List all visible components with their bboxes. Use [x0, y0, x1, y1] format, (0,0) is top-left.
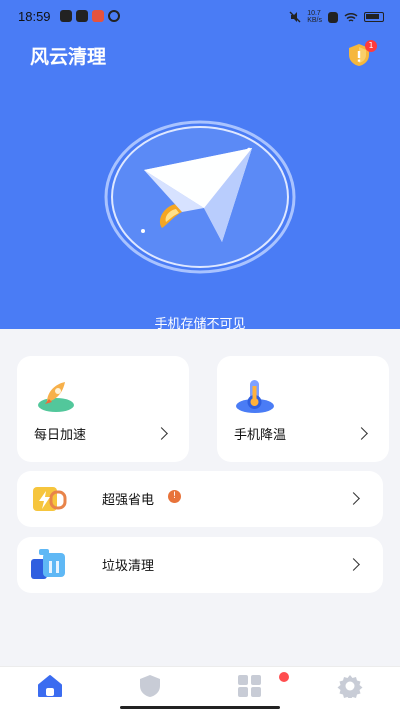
clock-icon	[108, 10, 120, 22]
app-notification-icon	[76, 10, 88, 22]
battery-charge-icon	[33, 487, 67, 511]
phone-cooldown-card[interactable]: 手机降温	[217, 356, 389, 462]
chevron-right-icon	[155, 427, 168, 440]
power-save-label: 超强省电	[102, 493, 155, 508]
message-icon	[92, 10, 104, 22]
notification-badge: 1	[365, 40, 377, 52]
warning-badge-icon: !	[168, 490, 181, 503]
apps-notification-dot	[279, 672, 289, 682]
trash-clean-icon	[31, 549, 65, 579]
shield-icon[interactable]	[136, 674, 164, 698]
status-time: 18:59	[18, 9, 51, 24]
chevron-right-icon	[355, 427, 368, 440]
wifi-icon	[344, 12, 358, 22]
junk-clean-card[interactable]: 垃圾清理	[17, 537, 383, 593]
notification-icon	[60, 10, 72, 22]
daily-speedup-card[interactable]: 每日加速	[17, 356, 189, 462]
daily-speedup-label: 每日加速	[34, 428, 87, 443]
chevron-right-icon	[347, 492, 360, 505]
home-indicator	[120, 706, 280, 709]
apps-grid-icon[interactable]	[236, 674, 264, 698]
rocket-icon	[38, 382, 74, 412]
status-bar: 18:59 10.7 KB/s	[0, 0, 400, 32]
app-title: 风云清理	[30, 46, 107, 68]
junk-clean-label: 垃圾清理	[102, 559, 155, 574]
nfc-icon	[328, 11, 338, 23]
network-speed: 10.7 KB/s	[307, 10, 322, 24]
battery-icon	[364, 12, 384, 22]
phone-cooldown-label: 手机降温	[234, 428, 287, 443]
chevron-right-icon	[347, 558, 360, 571]
mute-icon	[289, 11, 301, 23]
thermometer-icon	[236, 380, 274, 413]
paper-plane-illustration[interactable]	[104, 120, 296, 274]
settings-gear-icon[interactable]	[336, 674, 364, 698]
home-icon[interactable]	[36, 674, 64, 698]
storage-caption: 手机存储不可见	[154, 317, 246, 332]
power-save-card[interactable]: 超强省电 !	[17, 471, 383, 527]
